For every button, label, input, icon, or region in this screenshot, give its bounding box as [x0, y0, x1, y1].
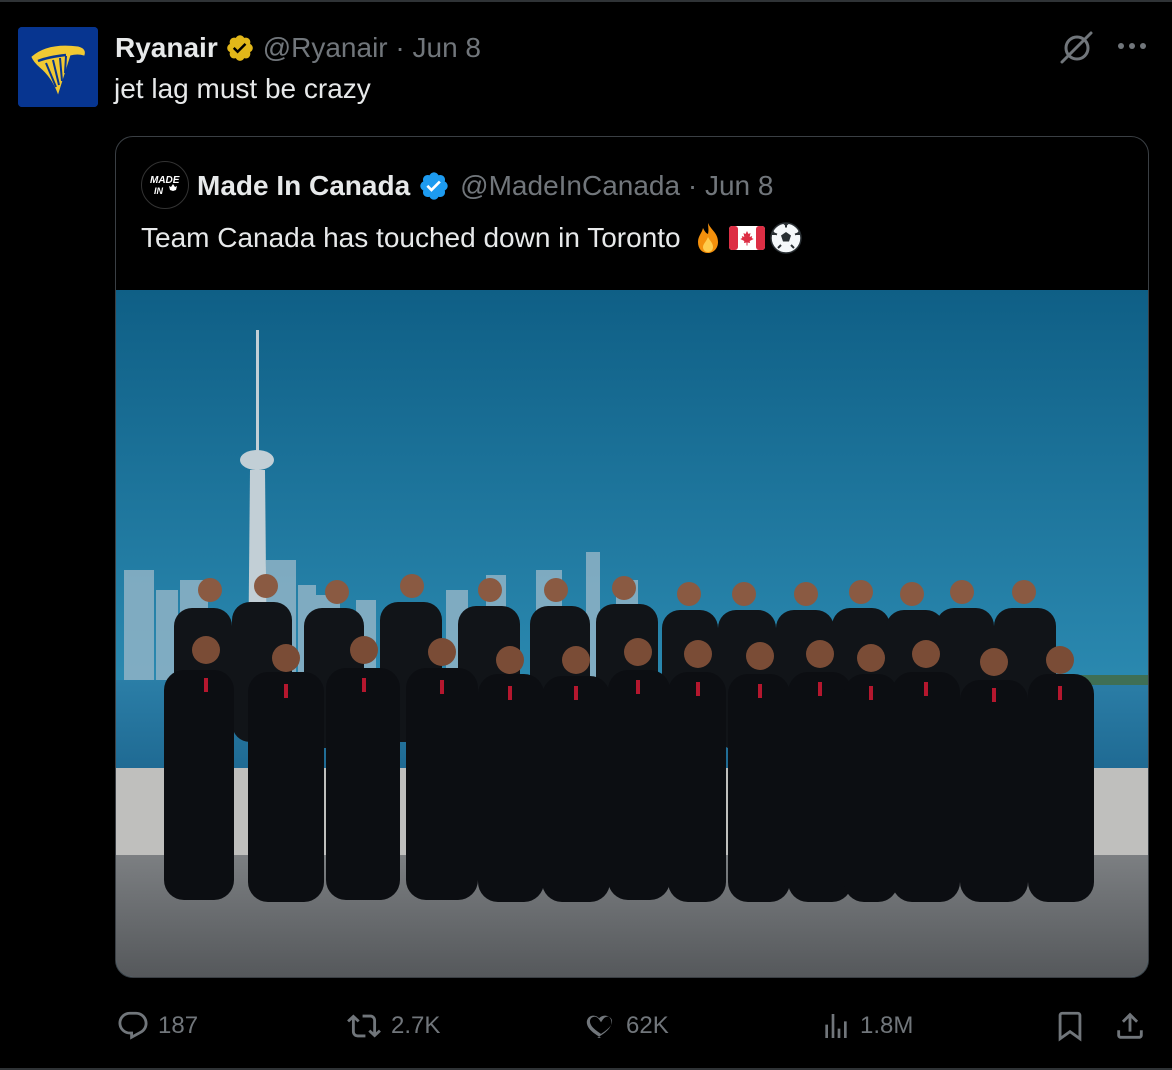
made-in-canada-avatar[interactable]: MADE IN [141, 161, 189, 209]
fire-emoji-icon [697, 223, 718, 253]
repost-button[interactable]: 2.7K [345, 1004, 440, 1048]
more-options-icon [1118, 43, 1146, 49]
ryanair-avatar[interactable] [18, 27, 98, 107]
repost-count: 2.7K [391, 1012, 441, 1039]
reply-button[interactable]: 187 [116, 1004, 198, 1048]
author-handle-date[interactable]: @Ryanair · Jun 8 [263, 32, 481, 64]
tweet-actions-bar: 187 2.7K 62K 1.8M [0, 1004, 1172, 1048]
quoted-tweet-emojis [691, 221, 803, 255]
top-divider [0, 0, 1172, 2]
gold-verified-badge-icon [226, 35, 253, 61]
author-name[interactable]: Ryanair [115, 32, 218, 64]
quoted-author-name[interactable]: Made In Canada [197, 170, 410, 202]
reply-count: 187 [158, 1012, 199, 1039]
blue-verified-badge-icon [420, 172, 448, 200]
repost-icon [347, 1014, 381, 1038]
quoted-tweet-header: Made In Canada @MadeInCanada · Jun 8 [197, 168, 773, 204]
like-button[interactable]: 62K [584, 1004, 669, 1048]
quoted-tweet-text: Team Canada has touched down in Toronto [141, 222, 681, 253]
canada-flag-emoji-icon [728, 226, 765, 250]
share-button[interactable] [1113, 1004, 1155, 1048]
tweet-text: jet lag must be crazy [114, 73, 371, 104]
like-count: 62K [626, 1012, 669, 1039]
quoted-handle-date[interactable]: @MadeInCanada · Jun 8 [460, 170, 773, 202]
logo-text-made: MADE [150, 175, 180, 186]
views-count: 1.8M [860, 1012, 914, 1039]
quoted-tweet-card[interactable]: MADE IN Made In Canada @MadeInCanada · J… [115, 136, 1149, 978]
ryanair-harp-logo-icon [18, 27, 98, 107]
like-icon [586, 1015, 613, 1038]
quoted-tweet-text-row: Team Canada has touched down in Toronto [141, 221, 803, 255]
bookmark-icon [1058, 1011, 1082, 1042]
more-options-button[interactable] [1115, 33, 1151, 59]
share-icon [1117, 1012, 1143, 1039]
views-button[interactable]: 1.8M [820, 1004, 913, 1048]
grok-icon [1060, 31, 1093, 64]
team-canada-photo[interactable] [116, 290, 1148, 977]
made-in-canada-logo: MADE IN [150, 175, 180, 196]
reply-icon [118, 1011, 148, 1040]
bookmark-button[interactable] [1053, 1004, 1095, 1048]
logo-text-in: IN [154, 186, 164, 196]
tweet-header: Ryanair @Ryanair · Jun 8 [115, 30, 481, 66]
views-icon [825, 1014, 847, 1038]
grok-button[interactable] [1058, 28, 1096, 66]
soccer-ball-emoji-icon [769, 222, 802, 254]
